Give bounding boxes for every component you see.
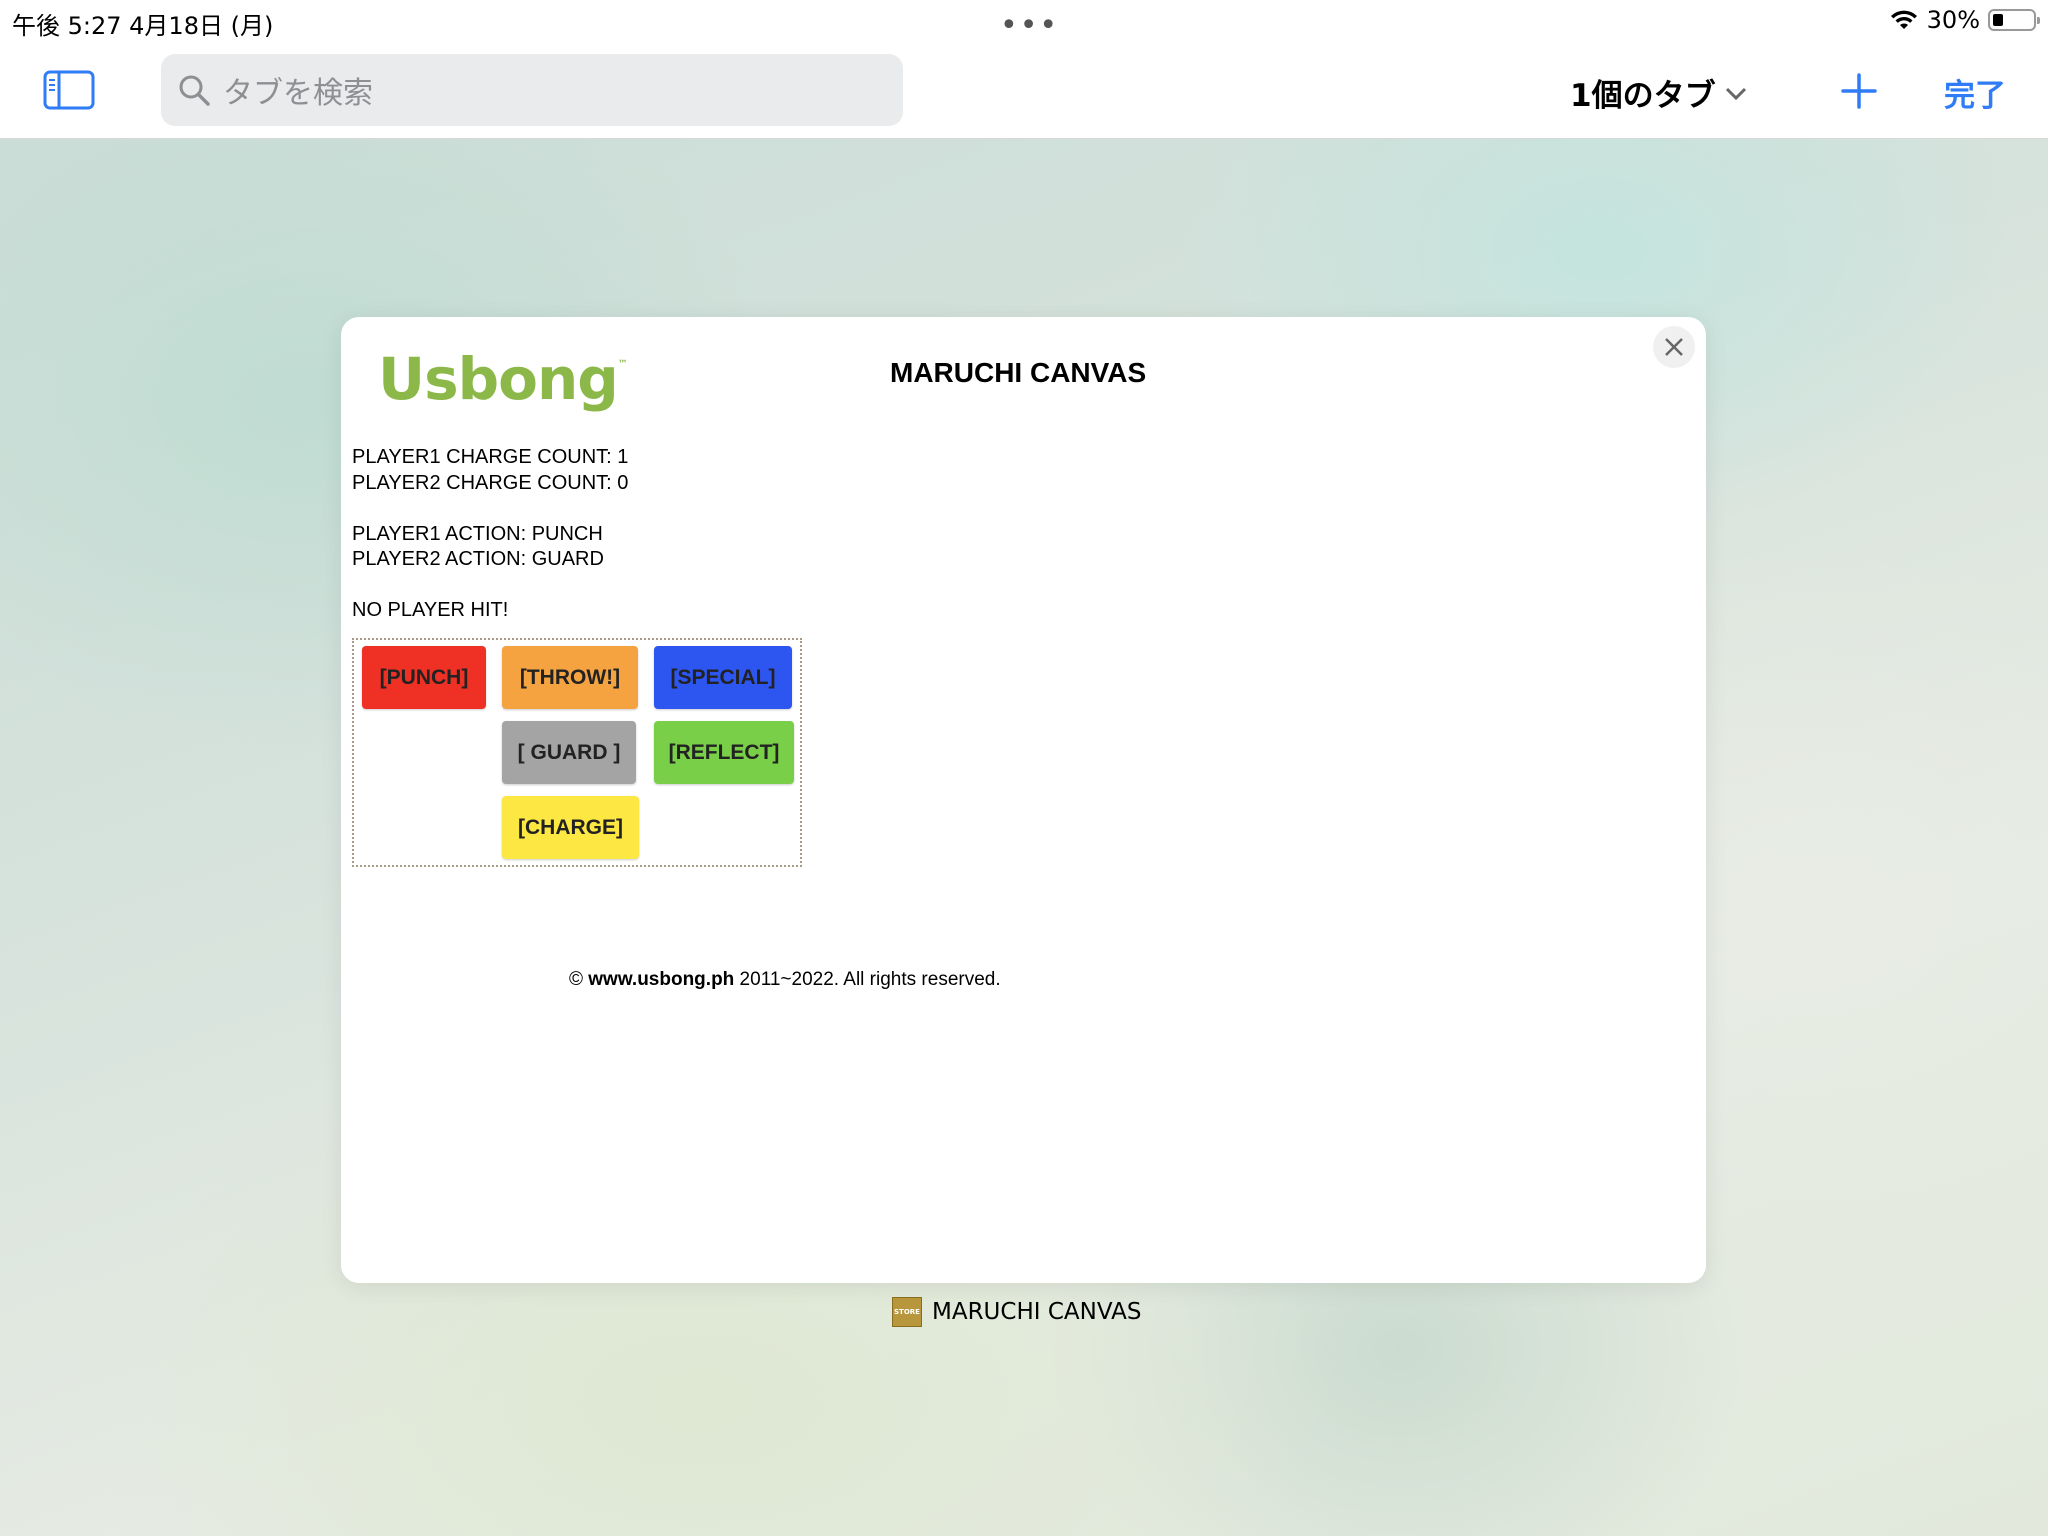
special-button[interactable]: [SPECIAL]	[654, 646, 792, 709]
chevron-down-icon	[1725, 87, 1746, 100]
close-icon	[1665, 338, 1683, 356]
tab-count-menu[interactable]: 1個のタブ	[1570, 70, 1748, 115]
throw-button[interactable]: [THROW!]	[502, 646, 638, 709]
new-tab-plus-icon[interactable]	[1840, 72, 1878, 110]
tab-count-label: 1個のタブ	[1570, 78, 1716, 114]
player1-action: PLAYER1 ACTION: PUNCH	[352, 522, 603, 545]
reflect-button[interactable]: [REFLECT]	[654, 721, 794, 784]
tab-search-input[interactable]: タブを検索	[161, 54, 903, 126]
player1-charge-count: PLAYER1 CHARGE COUNT: 1	[352, 446, 629, 468]
footer-copy-symbol: ©	[569, 969, 589, 990]
charge-button[interactable]: [CHARGE]	[502, 796, 639, 859]
status-right: 30%	[1889, 6, 2040, 34]
favicon-text: STORE	[894, 1308, 920, 1316]
battery-percent: 30%	[1926, 6, 1980, 34]
tab-title-label: STORE MARUCHI CANVAS	[892, 1297, 1141, 1327]
logo-tm: ™	[617, 359, 628, 370]
usbong-logo: Usbong™	[378, 345, 628, 413]
multitasking-dots-icon[interactable]: •••	[1000, 8, 1059, 43]
page-title: MARUCHI CANVAS	[890, 357, 1147, 388]
copyright-footer: © www.usbong.ph 2011~2022. All rights re…	[569, 969, 1001, 991]
safari-toolbar: 午後 5:27 4月18日 (月) ••• 30% タブを検索 1個のタブ 完了	[0, 0, 2048, 139]
logo-text: Usbong	[378, 345, 619, 413]
wifi-icon	[1890, 10, 1917, 29]
close-tab-button[interactable]	[1653, 326, 1695, 368]
punch-button[interactable]: [PUNCH]	[362, 646, 486, 709]
search-icon	[179, 75, 210, 106]
action-button-panel: [PUNCH] [THROW!] [SPECIAL] [ GUARD ] [RE…	[352, 638, 802, 867]
player2-action: PLAYER2 ACTION: GUARD	[352, 548, 604, 570]
footer-site-link[interactable]: www.usbong.ph	[588, 969, 734, 990]
site-favicon-icon: STORE	[892, 1297, 922, 1327]
search-placeholder: タブを検索	[223, 76, 373, 111]
tab-preview-card[interactable]: Usbong™ MARUCHI CANVAS PLAYER1 CHARGE CO…	[341, 317, 1706, 1283]
tab-title-text: MARUCHI CANVAS	[932, 1299, 1142, 1325]
sidebar-toggle-icon[interactable]	[43, 70, 95, 110]
guard-button[interactable]: [ GUARD ]	[502, 721, 636, 784]
battery-icon	[1988, 9, 2040, 31]
footer-rights: 2011~2022. All rights reserved.	[734, 969, 1001, 990]
status-time: 午後 5:27 4月18日 (月)	[12, 12, 274, 40]
done-button[interactable]: 完了	[1944, 70, 2006, 115]
game-status: PLAYER1 CHARGE COUNT: 1 PLAYER2 CHARGE C…	[352, 445, 628, 624]
player2-charge-count: PLAYER2 CHARGE COUNT: 0	[352, 471, 629, 494]
hit-status: NO PLAYER HIT!	[352, 599, 509, 621]
